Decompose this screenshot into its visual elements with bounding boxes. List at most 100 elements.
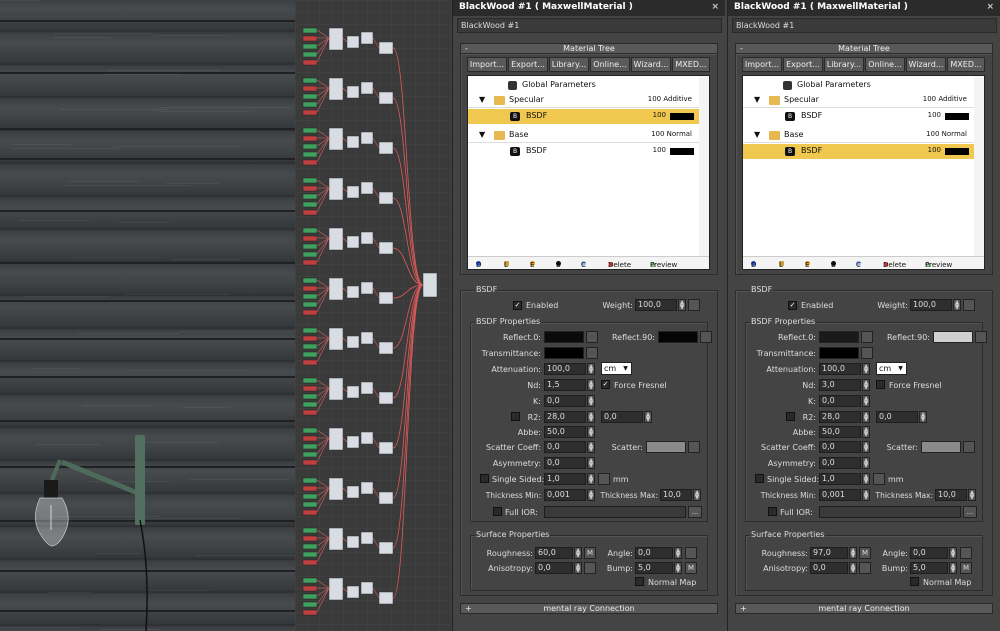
transmittance-color-swatch[interactable] — [544, 347, 584, 359]
single-sided-input[interactable]: 1,0 — [819, 473, 861, 485]
close-icon[interactable]: × — [711, 2, 719, 12]
bump-input[interactable]: 5,0 — [635, 562, 673, 574]
reflect90-map-button[interactable] — [700, 331, 712, 343]
asymmetry-spinner[interactable]: ▲ ▼ — [587, 457, 595, 469]
scatter-map-button[interactable] — [688, 441, 700, 453]
anisotropy-spinner[interactable]: ▲ ▼ — [574, 562, 582, 574]
online-button[interactable]: Online... — [865, 57, 905, 72]
full-ior-checkbox[interactable] — [493, 507, 502, 516]
tree-scrollbar[interactable] — [699, 76, 709, 257]
tree-item-base-bsdf[interactable]: B BSDF 100 — [468, 144, 700, 159]
scatter-coeff-input[interactable]: 0,0 — [819, 441, 861, 453]
weight-spinner[interactable]: ▲ ▼ — [678, 299, 686, 311]
r2-spinner-a[interactable]: ▲ ▼ — [862, 411, 870, 423]
tree-item-base-bsdf[interactable]: B BSDF 100 — [743, 144, 975, 159]
transmittance-color-swatch[interactable] — [819, 347, 859, 359]
attenuation-unit-select[interactable]: cm ▼ — [876, 362, 907, 375]
reflect90-color-swatch[interactable] — [933, 331, 973, 343]
scatter-coeff-input[interactable]: 0,0 — [544, 441, 586, 453]
scatter-color-swatch[interactable] — [921, 441, 961, 453]
wizard-button[interactable]: Wizard... — [631, 57, 671, 72]
import-button[interactable]: Import... — [742, 57, 782, 72]
tree-item-global[interactable]: Global Parameters — [743, 78, 975, 93]
reflect0-map-button[interactable] — [861, 331, 873, 343]
thickness-min-input[interactable]: 0,001 — [544, 489, 586, 501]
online-button[interactable]: Online... — [590, 57, 630, 72]
library-button[interactable]: Library... — [824, 57, 864, 72]
nd-input[interactable]: 3,0 — [819, 379, 861, 391]
r2-input-b[interactable]: 0,0 — [601, 411, 643, 423]
normal-map-checkbox[interactable] — [910, 577, 919, 586]
material-tree[interactable]: Global Parameters ▼ Specular 100 Additiv… — [742, 75, 985, 270]
abbe-spinner[interactable]: ▲ ▼ — [862, 426, 870, 438]
roughness-spinner[interactable]: ▲ ▼ — [849, 547, 857, 559]
asymmetry-input[interactable]: 0,0 — [544, 457, 586, 469]
thickness-max-input[interactable]: 10,0 — [935, 489, 967, 501]
tree-item-specular-bsdf[interactable]: B BSDF 100 — [468, 109, 700, 124]
force-fresnel-checkbox[interactable] — [876, 380, 885, 389]
bump-spinner[interactable]: ▲ ▼ — [949, 562, 957, 574]
tree-item-specular[interactable]: ▼ Specular 100 Additive — [743, 93, 975, 108]
thickness-max-spinner[interactable]: ▲ ▼ — [968, 489, 976, 501]
scatter-coeff-spinner[interactable]: ▲ ▼ — [862, 441, 870, 453]
normal-map-checkbox[interactable] — [635, 577, 644, 586]
r2-input-a[interactable]: 28,0 — [544, 411, 586, 423]
reflect90-color-swatch[interactable] — [658, 331, 698, 343]
single-sided-spinner[interactable]: ▲ ▼ — [587, 473, 595, 485]
attenuation-unit-select[interactable]: cm ▼ — [601, 362, 632, 375]
k-input[interactable]: 0,0 — [544, 395, 586, 407]
triangle-down-icon[interactable]: ▼ — [479, 95, 485, 104]
close-icon[interactable]: × — [986, 2, 994, 12]
roughness-spinner[interactable]: ▲ ▼ — [574, 547, 582, 559]
weight-input[interactable]: 100,0 — [910, 299, 952, 311]
mxed-button[interactable]: MXED... — [672, 57, 710, 72]
reflect0-map-button[interactable] — [586, 331, 598, 343]
single-sided-map-button[interactable] — [598, 473, 610, 485]
weight-spinner[interactable]: ▲ ▼ — [953, 299, 961, 311]
abbe-input[interactable]: 50,0 — [819, 426, 861, 438]
roughness-input[interactable]: 97,0 — [810, 547, 848, 559]
bump-map-button[interactable]: M — [960, 562, 972, 574]
transmittance-map-button[interactable] — [861, 347, 873, 359]
material-name-field[interactable]: BlackWood #1 — [457, 18, 722, 33]
thickness-min-input[interactable]: 0,001 — [819, 489, 861, 501]
panel-title[interactable]: BlackWood #1 ( MaxwellMaterial ) × — [453, 0, 725, 16]
scatter-color-swatch[interactable] — [646, 441, 686, 453]
weight-map-button[interactable] — [963, 299, 975, 311]
single-sided-checkbox[interactable] — [480, 474, 489, 483]
triangle-down-icon[interactable]: ▼ — [754, 95, 760, 104]
abbe-input[interactable]: 50,0 — [544, 426, 586, 438]
reflect90-map-button[interactable] — [975, 331, 987, 343]
single-sided-spinner[interactable]: ▲ ▼ — [862, 473, 870, 485]
r2-checkbox[interactable] — [786, 412, 795, 421]
k-spinner[interactable]: ▲ ▼ — [862, 395, 870, 407]
nd-spinner[interactable]: ▲ ▼ — [862, 379, 870, 391]
tree-item-specular-bsdf[interactable]: B BSDF 100 — [743, 109, 975, 124]
material-name-field[interactable]: BlackWood #1 — [732, 18, 997, 33]
full-ior-browse-button[interactable]: ... — [963, 506, 977, 518]
k-spinner[interactable]: ▲ ▼ — [587, 395, 595, 407]
single-sided-checkbox[interactable] — [755, 474, 764, 483]
library-button[interactable]: Library... — [549, 57, 589, 72]
full-ior-checkbox[interactable] — [768, 507, 777, 516]
r2-input-a[interactable]: 28,0 — [819, 411, 861, 423]
angle-input[interactable]: 0,0 — [910, 547, 948, 559]
weight-input[interactable]: 100,0 — [635, 299, 677, 311]
scatter-map-button[interactable] — [963, 441, 975, 453]
bump-spinner[interactable]: ▲ ▼ — [674, 562, 682, 574]
r2-spinner-b[interactable]: ▲ ▼ — [919, 411, 927, 423]
export-button[interactable]: Export... — [508, 57, 548, 72]
attenuation-spinner[interactable]: ▲ ▼ — [862, 363, 870, 375]
anisotropy-input[interactable]: 0,0 — [535, 562, 573, 574]
attenuation-input[interactable]: 100,0 — [544, 363, 586, 375]
single-sided-map-button[interactable] — [873, 473, 885, 485]
thickness-min-spinner[interactable]: ▲ ▼ — [862, 489, 870, 501]
angle-map-button[interactable] — [685, 547, 697, 559]
k-input[interactable]: 0,0 — [819, 395, 861, 407]
mental-ray-rollout[interactable]: + mental ray Connection — [460, 603, 718, 614]
bump-input[interactable]: 5,0 — [910, 562, 948, 574]
nd-spinner[interactable]: ▲ ▼ — [587, 379, 595, 391]
enabled-checkbox[interactable]: ✓ — [513, 301, 522, 310]
anisotropy-spinner[interactable]: ▲ ▼ — [849, 562, 857, 574]
r2-input-b[interactable]: 0,0 — [876, 411, 918, 423]
